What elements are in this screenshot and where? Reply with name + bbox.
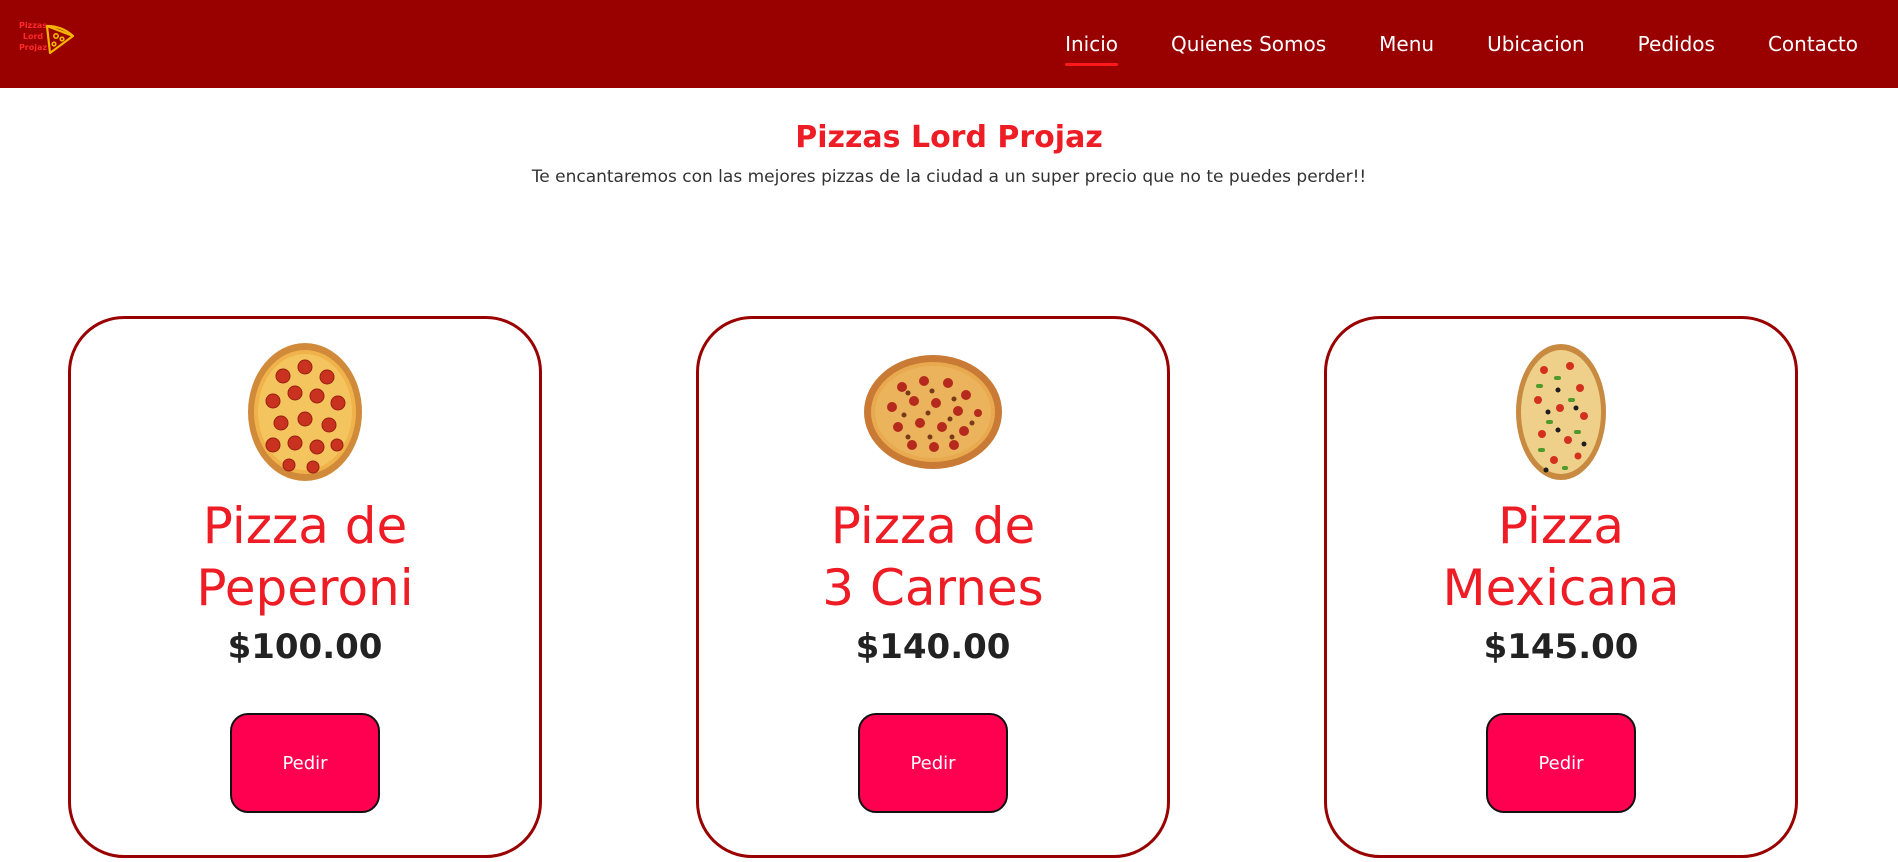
pepperoni-pizza-image [71,341,539,483]
nav-link-ubicacion[interactable]: Ubicacion [1487,32,1585,56]
nav-link-pedidos[interactable]: Pedidos [1638,32,1715,56]
nav-link-contacto[interactable]: Contacto [1768,32,1858,56]
product-card-peperoni: Pizza de Peperoni $100.00 Pedir [68,316,542,858]
page-title: Pizzas Lord Projaz [795,120,1103,155]
nav-link-quienes-somos[interactable]: Quienes Somos [1171,32,1326,56]
product-name: Pizza de Peperoni [196,497,414,617]
page-subtitle: Te encantaremos con las mejores pizzas d… [531,167,1367,187]
pizza-slice-icon [45,24,75,55]
product-price: $100.00 [227,627,383,667]
order-button[interactable]: Pedir [1486,713,1636,813]
product-price: $140.00 [855,627,1011,667]
mexican-pizza-image [1327,341,1795,483]
product-price: $145.00 [1483,627,1639,667]
nav-link-inicio[interactable]: Inicio [1065,32,1118,66]
nav-links: Inicio Quienes Somos Menu Ubicacion Pedi… [1065,0,1858,88]
nav-link-menu[interactable]: Menu [1379,32,1434,56]
order-button[interactable]: Pedir [230,713,380,813]
order-button[interactable]: Pedir [858,713,1008,813]
product-name: Pizza Mexicana [1442,497,1680,617]
product-card-3-carnes: Pizza de 3 Carnes $140.00 Pedir [696,316,1170,858]
navbar: Pizzas Lord Projaz Inicio Quienes Somos … [0,0,1898,88]
hero-section: Pizzas Lord Projaz Te encantaremos con l… [0,88,1898,187]
three-meats-pizza-image [699,341,1167,483]
logo[interactable]: Pizzas Lord Projaz [14,20,76,60]
product-name: Pizza de 3 Carnes [822,497,1044,617]
product-card-mexicana: Pizza Mexicana $145.00 Pedir [1324,316,1798,858]
